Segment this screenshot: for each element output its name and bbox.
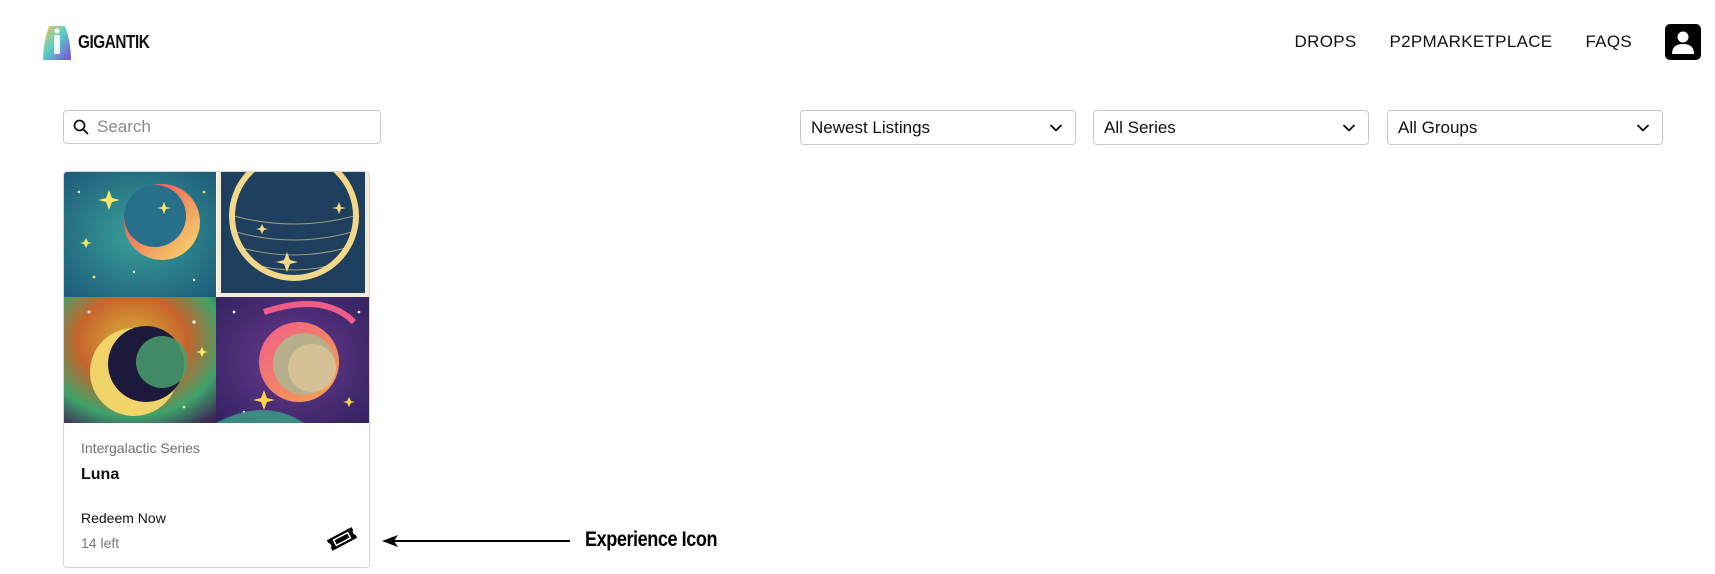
search-field[interactable] xyxy=(63,110,381,144)
nav-link-faqs[interactable]: FAQS xyxy=(1585,32,1632,52)
listing-series: Intergalactic Series xyxy=(81,440,201,456)
profile-button[interactable] xyxy=(1665,24,1701,60)
series-select[interactable]: All Series xyxy=(1093,110,1369,145)
brand-name: GIGANTIK xyxy=(78,31,150,52)
listing-status: Redeem Now xyxy=(81,510,166,526)
brand-logo[interactable]: GIGANTIK xyxy=(40,22,162,62)
ticket-icon xyxy=(326,527,358,551)
annotation-label: Experience Icon xyxy=(585,528,718,551)
groups-select-value: All Groups xyxy=(1398,117,1478,137)
nav-link-drops[interactable]: DROPS xyxy=(1295,32,1357,52)
user-icon xyxy=(1672,31,1694,54)
listing-card[interactable]: Intergalactic Series Luna Redeem Now 14 … xyxy=(63,171,370,568)
listing-image xyxy=(64,172,369,423)
chevron-down-icon xyxy=(1343,124,1355,131)
search-icon xyxy=(73,119,89,135)
chevron-down-icon xyxy=(1637,124,1649,131)
gigantik-logo-icon xyxy=(43,26,71,60)
chevron-down-icon xyxy=(1050,124,1062,131)
search-input[interactable] xyxy=(95,116,369,138)
left-arrow-icon xyxy=(382,535,570,547)
main-nav: DROPS P2PMARKETPLACE FAQS xyxy=(1295,0,1715,84)
listing-title: Luna xyxy=(81,466,120,483)
nav-link-p2pmarketplace[interactable]: P2PMARKETPLACE xyxy=(1390,32,1553,52)
sort-select[interactable]: Newest Listings xyxy=(800,110,1076,145)
groups-select[interactable]: All Groups xyxy=(1387,110,1663,145)
sort-select-value: Newest Listings xyxy=(811,117,931,137)
listing-remaining-count: 14 left xyxy=(81,535,120,551)
series-select-value: All Series xyxy=(1104,117,1176,137)
